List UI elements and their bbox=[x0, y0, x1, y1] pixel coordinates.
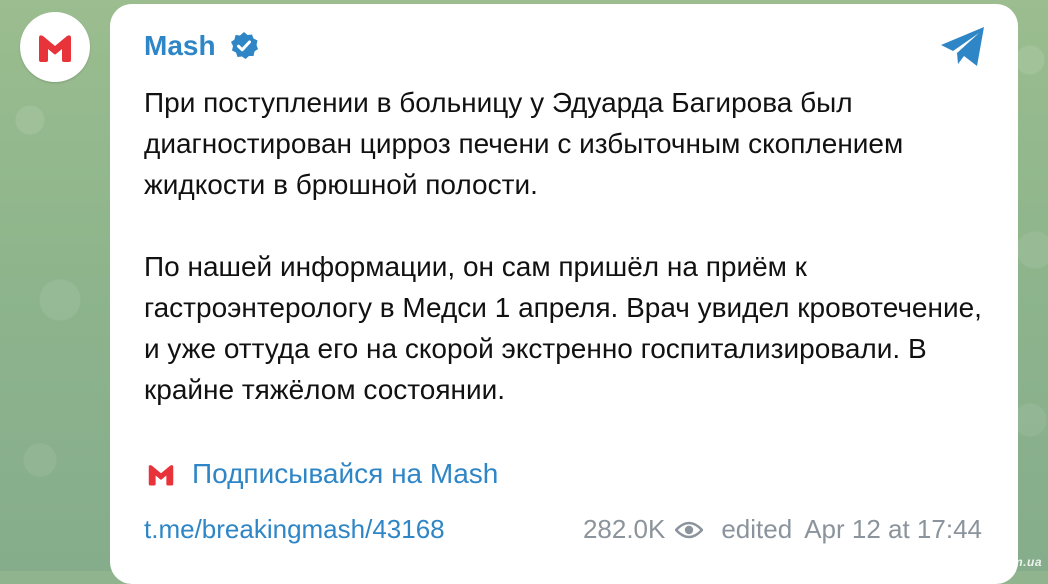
subscribe-link[interactable]: Подписывайся на Mash bbox=[144, 458, 498, 490]
mash-logo-icon bbox=[148, 465, 174, 486]
channel-avatar[interactable] bbox=[20, 12, 90, 82]
mash-logo-icon bbox=[39, 35, 71, 62]
verified-badge-icon bbox=[230, 32, 258, 59]
watermark: nevsedoma.com.ua bbox=[922, 555, 1042, 569]
subscribe-link-label[interactable]: Подписывайся на Mash bbox=[192, 458, 498, 490]
message-date: Apr 12 at 17:44 bbox=[804, 514, 982, 544]
channel-header: Mash bbox=[144, 30, 260, 62]
channel-name[interactable]: Mash bbox=[144, 30, 216, 62]
view-count: 282.0K bbox=[582, 514, 666, 544]
message-bubble: Mash При поступлении в больницу у Эдуард… bbox=[110, 4, 1018, 584]
views-eye-icon bbox=[675, 521, 704, 538]
post-link[interactable]: t.me/breakingmash/43168 bbox=[144, 514, 445, 545]
message-paragraph: При поступлении в больницу у Эдуарда Баг… bbox=[144, 87, 904, 200]
message-paragraph: По нашей информации, он сам пришёл на пр… bbox=[144, 251, 982, 405]
share-telegram-icon[interactable] bbox=[938, 24, 988, 70]
message-text: При поступлении в больницу у Эдуарда Баг… bbox=[144, 82, 994, 410]
edited-label: edited bbox=[721, 514, 793, 544]
message-footer: t.me/breakingmash/43168 282.0K edited Ap… bbox=[144, 514, 982, 545]
